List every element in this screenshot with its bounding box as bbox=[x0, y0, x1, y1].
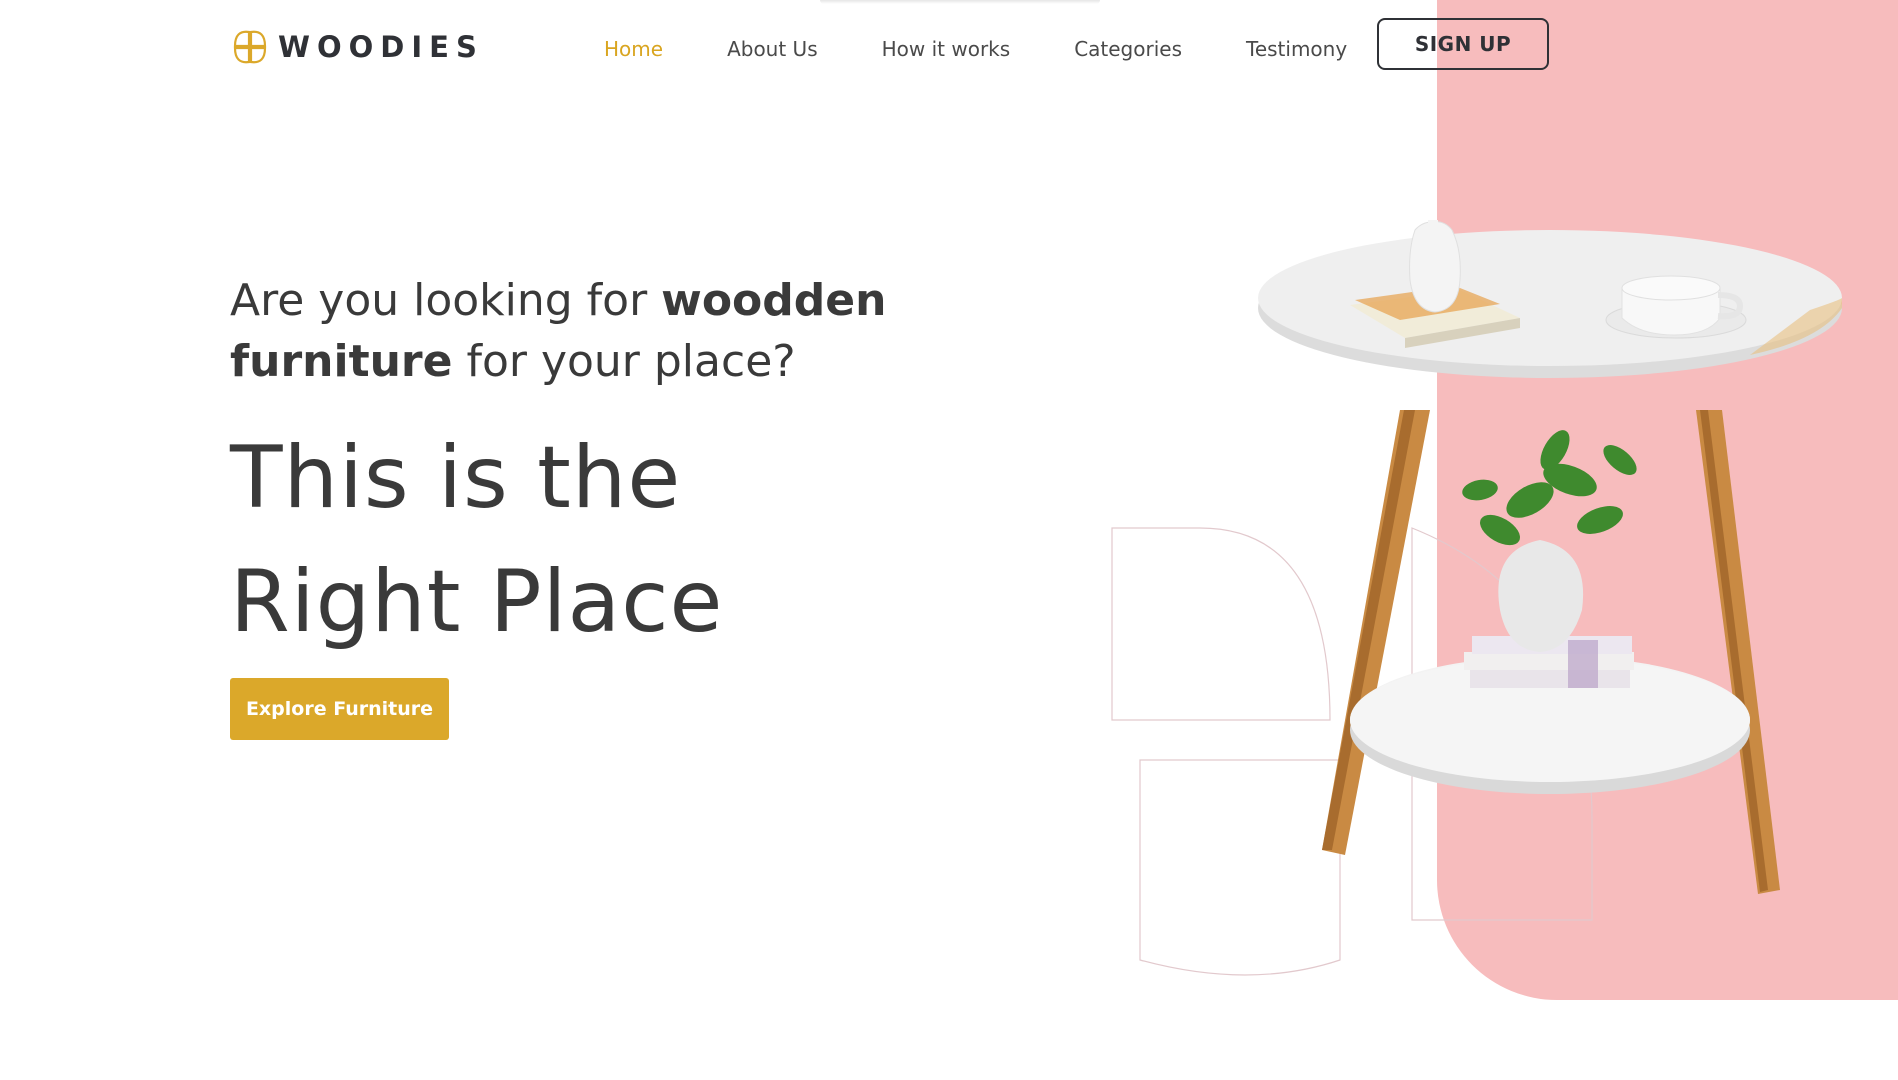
plant bbox=[1462, 430, 1637, 652]
nav-testimony[interactable]: Testimony bbox=[1246, 37, 1347, 61]
nav-about-us[interactable]: About Us bbox=[727, 37, 818, 61]
flower-logo-icon bbox=[233, 30, 267, 64]
subline-text-a: Are you looking for bbox=[230, 275, 662, 326]
hero-text: Are you looking for woodden furniture fo… bbox=[230, 270, 930, 664]
site-header: WOODIES Home About Us How it works Categ… bbox=[230, 18, 1552, 80]
explore-furniture-button[interactable]: Explore Furniture bbox=[230, 678, 449, 740]
subline-text-b: for your place? bbox=[452, 336, 796, 387]
nav-categories[interactable]: Categories bbox=[1074, 37, 1182, 61]
hero-headline: This is the Right Place bbox=[230, 416, 930, 664]
subline-bold-a: woodden bbox=[661, 275, 887, 326]
top-scroll-shadow bbox=[820, 0, 1100, 4]
nav-home[interactable]: Home bbox=[604, 37, 663, 61]
table-top bbox=[1258, 230, 1842, 378]
sign-up-button[interactable]: SIGN UP bbox=[1377, 18, 1549, 70]
logo[interactable]: WOODIES bbox=[230, 27, 484, 67]
subline-bold-b: furniture bbox=[230, 336, 453, 387]
main-nav: Home About Us How it works Categories Te… bbox=[604, 18, 1411, 80]
headline-line-1: This is the bbox=[230, 428, 682, 528]
headline-line-2: Right Place bbox=[230, 552, 724, 652]
side-table-image bbox=[1111, 220, 1842, 976]
logo-text: WOODIES bbox=[278, 30, 484, 64]
nav-how-it-works[interactable]: How it works bbox=[882, 37, 1011, 61]
hero-subline: Are you looking for woodden furniture fo… bbox=[230, 270, 930, 392]
